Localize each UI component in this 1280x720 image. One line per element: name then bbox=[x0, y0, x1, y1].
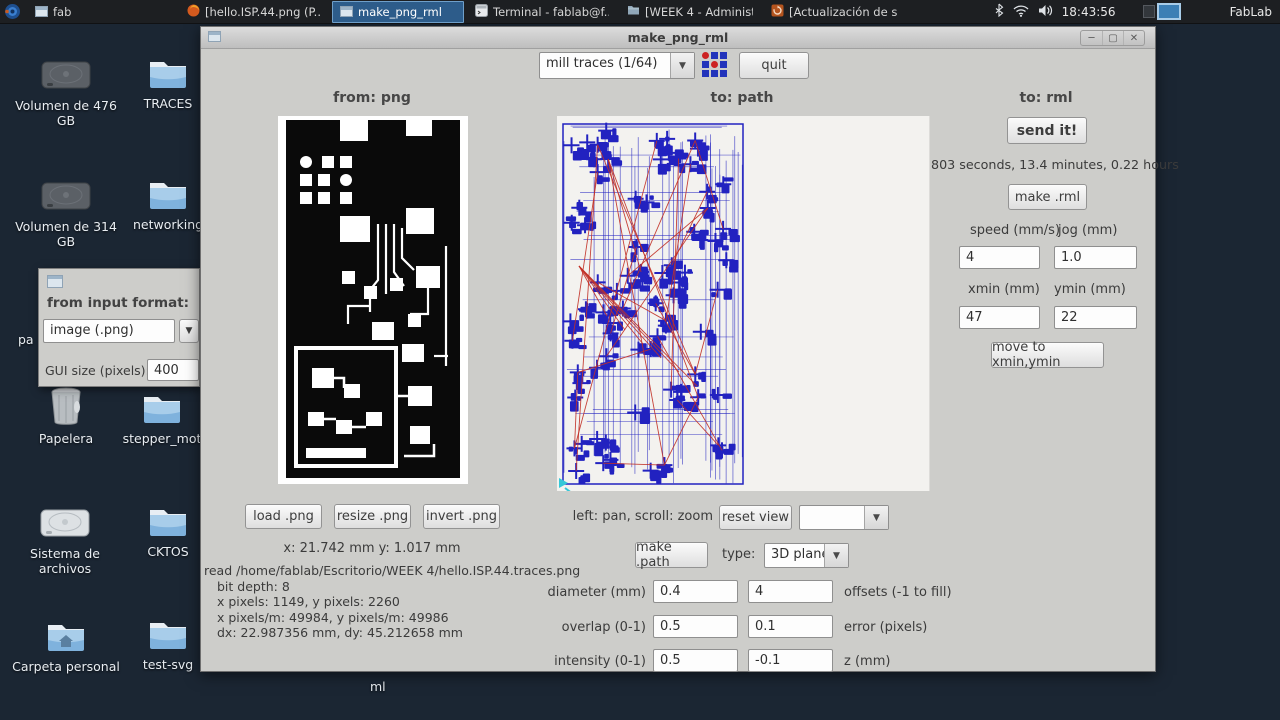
z-input[interactable] bbox=[748, 649, 833, 672]
path-preview-canvas[interactable] bbox=[557, 116, 930, 495]
taskbar-item-terminal[interactable]: Terminal - fablab@f... bbox=[468, 1, 616, 23]
gui-size-input[interactable] bbox=[147, 359, 199, 381]
offsets-label: offsets (-1 to fill) bbox=[844, 585, 952, 600]
toolpath-image bbox=[559, 122, 744, 495]
from-png-heading: from: png bbox=[333, 90, 411, 106]
fab-modules-logo-icon bbox=[701, 51, 729, 79]
diameter-input[interactable] bbox=[653, 580, 738, 603]
input-format-value: image (.png) bbox=[50, 323, 134, 338]
type-label: type: bbox=[722, 547, 756, 562]
load-png-button[interactable]: load .png bbox=[245, 504, 322, 529]
window-controls: ─ ▢ ✕ bbox=[1080, 30, 1145, 46]
reset-view-button[interactable]: reset view bbox=[719, 505, 792, 530]
time-estimate: 803 seconds, 13.4 minutes, 0.22 hours bbox=[931, 157, 1179, 172]
desktop-icon-filesystem[interactable]: Sistema de archivos bbox=[5, 500, 125, 576]
clipped-desktop-label: ml bbox=[370, 679, 386, 694]
make-rml-button[interactable]: make .rml bbox=[1008, 184, 1087, 210]
app-launcher-icon[interactable] bbox=[0, 1, 24, 23]
folder-icon bbox=[627, 4, 640, 19]
resize-png-button[interactable]: resize .png bbox=[334, 504, 411, 529]
type-select-value: 3D plane bbox=[771, 547, 824, 562]
invert-png-button[interactable]: invert .png bbox=[423, 504, 500, 529]
offsets-input[interactable] bbox=[748, 580, 833, 603]
wifi-icon[interactable] bbox=[1013, 2, 1029, 21]
quit-button[interactable]: quit bbox=[739, 52, 809, 79]
volume-icon[interactable] bbox=[1038, 2, 1053, 21]
minimize-button[interactable]: ─ bbox=[1081, 31, 1102, 45]
ymin-input[interactable] bbox=[1054, 306, 1137, 329]
dialog-window-icon bbox=[47, 275, 63, 288]
maximize-button[interactable]: ▢ bbox=[1102, 31, 1123, 45]
move-to-xmin-ymin-button[interactable]: move to xmin,ymin bbox=[991, 340, 1104, 370]
chevron-down-icon: ▼ bbox=[670, 53, 694, 78]
type-select[interactable]: 3D plane ▼ bbox=[764, 543, 849, 568]
jog-input[interactable] bbox=[1054, 246, 1137, 269]
send-it-button[interactable]: send it! bbox=[1007, 117, 1087, 144]
hostname-label: FabLab bbox=[1229, 4, 1272, 19]
pan-zoom-hint: left: pan, scroll: zoom bbox=[572, 509, 713, 524]
taskbar-item-make-png-rml[interactable]: make_png_rml bbox=[332, 0, 464, 23]
workspace-1[interactable] bbox=[1142, 5, 1155, 18]
process-value: mill traces (1/64) bbox=[546, 56, 658, 71]
window-title: make_png_rml bbox=[627, 30, 729, 45]
input-format-arrow-button[interactable]: ▼ bbox=[179, 319, 199, 343]
jog-label: jog (mm) bbox=[1058, 223, 1118, 238]
gui-size-label: GUI size (pixels): bbox=[45, 363, 150, 378]
make-path-button[interactable]: make .path bbox=[635, 540, 708, 570]
dialog-title: from input format: bbox=[47, 295, 190, 311]
error-label: error (pixels) bbox=[844, 620, 928, 635]
clipped-desktop-label: pa bbox=[18, 332, 34, 347]
overlap-input[interactable] bbox=[653, 615, 738, 638]
taskbar-item-update[interactable]: [Actualización de so... bbox=[764, 1, 904, 23]
xmin-label: xmin (mm) bbox=[968, 282, 1040, 297]
view-select[interactable]: ▼ bbox=[799, 505, 889, 530]
app-window: make_png_rml ─ ▢ ✕ mill traces (1/64) ▼ … bbox=[200, 26, 1179, 672]
view-select-value bbox=[800, 506, 864, 529]
input-format-select[interactable]: image (.png) bbox=[43, 319, 175, 343]
z-label: z (mm) bbox=[844, 654, 891, 669]
workspace-pager[interactable] bbox=[1142, 3, 1181, 20]
bluetooth-icon[interactable] bbox=[994, 2, 1004, 21]
taskbar: fab [hello.ISP.44.png (P... make_png_rml… bbox=[0, 0, 1280, 24]
taskbar-item-fab[interactable]: fab bbox=[28, 1, 176, 23]
workspace-2-active[interactable] bbox=[1156, 3, 1181, 20]
error-input[interactable] bbox=[748, 615, 833, 638]
xmin-input[interactable] bbox=[959, 306, 1040, 329]
diameter-label: diameter (mm) bbox=[547, 585, 646, 600]
png-preview-image[interactable] bbox=[278, 116, 468, 484]
to-path-heading: to: path bbox=[710, 90, 774, 106]
speed-input[interactable] bbox=[959, 246, 1040, 269]
overlap-label: overlap (0-1) bbox=[561, 620, 646, 635]
intensity-input[interactable] bbox=[653, 649, 738, 672]
window-icon bbox=[340, 6, 353, 17]
process-select[interactable]: mill traces (1/64) ▼ bbox=[539, 52, 695, 79]
drive-light-icon bbox=[5, 500, 125, 542]
speed-label: speed (mm/s) bbox=[970, 223, 1061, 238]
file-info-line: read /home/fablab/Escritorio/WEEK 4/hell… bbox=[204, 563, 581, 578]
titlebar[interactable]: make_png_rml ─ ▢ ✕ bbox=[201, 27, 1155, 49]
window-icon bbox=[35, 6, 48, 17]
update-icon bbox=[771, 4, 784, 20]
intensity-label: intensity (0-1) bbox=[554, 654, 646, 669]
chevron-down-icon: ▼ bbox=[864, 506, 888, 529]
format-dialog: from input format: image (.png) ▼ GUI si… bbox=[38, 268, 200, 387]
taskbar-item-week4[interactable]: [WEEK 4 - Administr... bbox=[620, 1, 760, 23]
close-button[interactable]: ✕ bbox=[1123, 31, 1144, 45]
chevron-down-icon: ▼ bbox=[824, 544, 848, 567]
clock[interactable]: 18:43:56 bbox=[1062, 5, 1116, 19]
desktop-icon-label: Sistema de archivos bbox=[30, 546, 100, 576]
cursor-position-readout: x: 21.742 mm y: 1.017 mm bbox=[283, 541, 461, 556]
taskbar-item-hello-png[interactable]: [hello.ISP.44.png (P... bbox=[180, 1, 328, 23]
to-rml-heading: to: rml bbox=[1019, 90, 1073, 106]
terminal-icon bbox=[475, 3, 488, 20]
firefox-icon bbox=[187, 4, 200, 20]
ymin-label: ymin (mm) bbox=[1054, 282, 1126, 297]
